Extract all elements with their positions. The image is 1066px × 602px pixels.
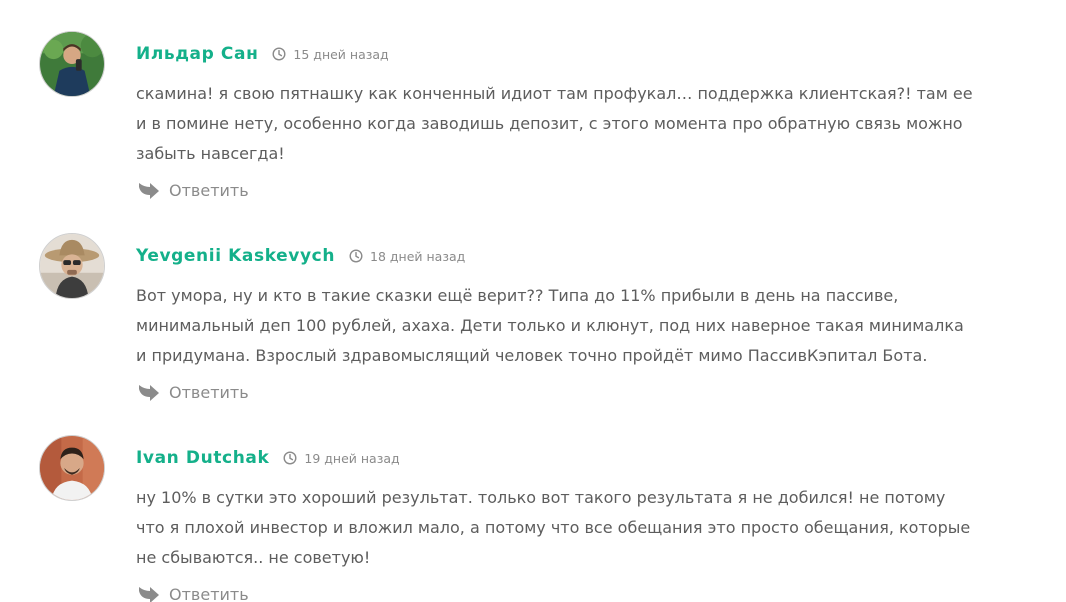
avatar[interactable] [39, 233, 105, 299]
comments-list: Ильдар Сан 15 дней назад скамина! я свою… [0, 0, 1066, 602]
avatar[interactable] [39, 31, 105, 97]
clock-icon [272, 47, 286, 61]
author-name[interactable]: Yevgenii Kaskevych [136, 246, 335, 266]
clock-icon [349, 249, 363, 263]
reply-label: Ответить [169, 383, 249, 402]
comment-time[interactable]: 15 дней назад [272, 46, 389, 62]
reply-arrow-icon [138, 384, 160, 402]
avatar[interactable] [39, 435, 105, 501]
clock-icon [283, 451, 297, 465]
comment-meta: Yevgenii Kaskevych 18 дней назад [136, 243, 465, 269]
comment-meta: Ильдар Сан 15 дней назад [136, 41, 389, 67]
comment-time-label: 15 дней назад [293, 46, 389, 62]
comment-meta: Ivan Dutchak 19 дней назад [136, 445, 400, 471]
reply-button[interactable]: Ответить [138, 181, 249, 200]
reply-label: Ответить [169, 181, 249, 200]
comment-text: Вот умора, ну и кто в такие сказки ещё в… [136, 286, 964, 365]
comment-text: скамина! я свою пятнашку как конченный и… [136, 84, 973, 163]
comment-time[interactable]: 19 дней назад [283, 450, 400, 466]
reply-arrow-icon [138, 182, 160, 200]
reply-button[interactable]: Ответить [138, 383, 249, 402]
comment-time-label: 19 дней назад [304, 450, 400, 466]
author-name[interactable]: Ильдар Сан [136, 44, 258, 64]
author-name[interactable]: Ivan Dutchak [136, 448, 269, 468]
comment-time-label: 18 дней назад [370, 248, 466, 264]
comment-text: ну 10% в сутки это хороший результат. то… [136, 488, 971, 567]
comment-time[interactable]: 18 дней назад [349, 249, 465, 264]
reply-arrow-icon [138, 586, 160, 602]
reply-label: Ответить [169, 585, 249, 602]
reply-button[interactable]: Ответить [138, 585, 249, 602]
